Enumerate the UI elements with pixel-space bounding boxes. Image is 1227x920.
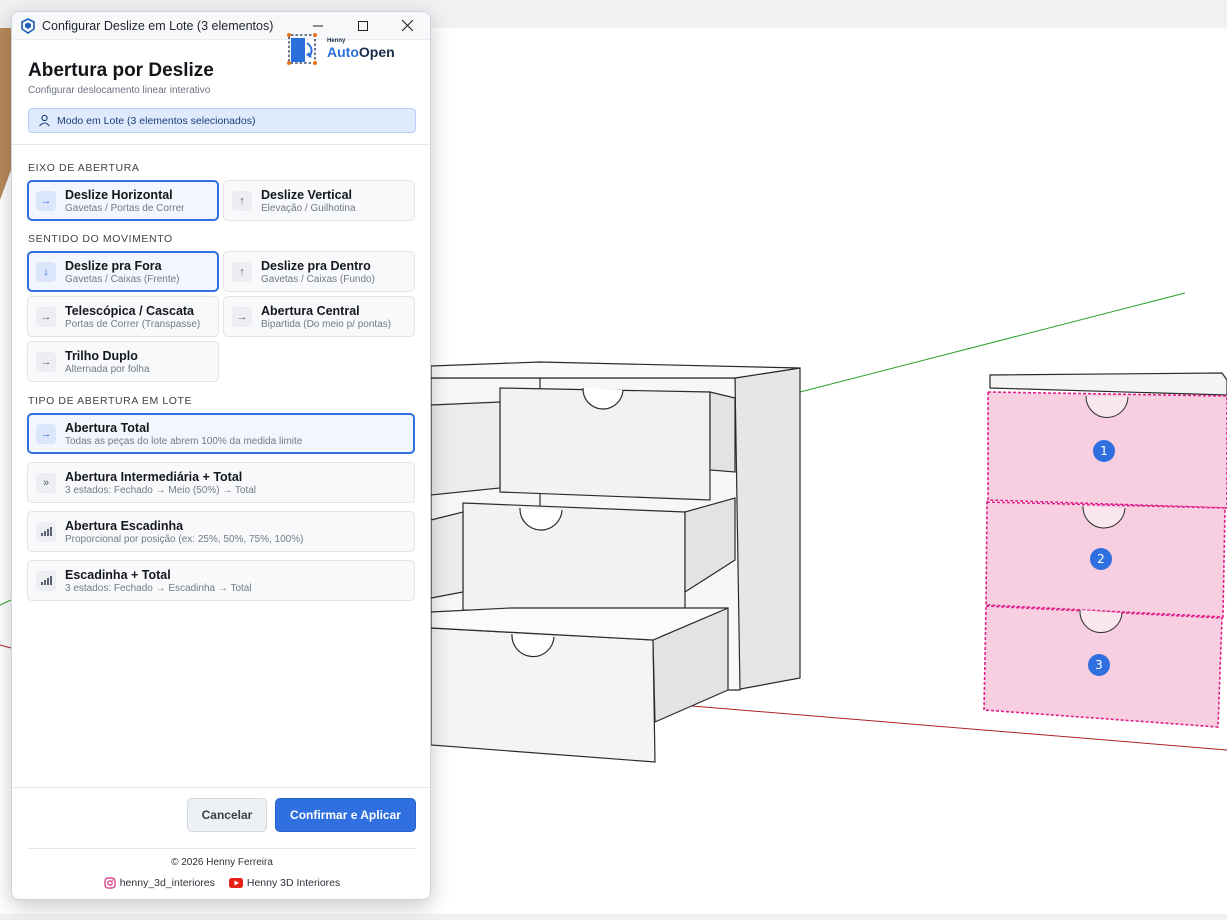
- option-slide-out[interactable]: ↓ Deslize pra Fora Gavetas / Caixas (Fren…: [27, 251, 219, 292]
- instagram-icon: [104, 877, 116, 889]
- option-intermediate-total[interactable]: » Abertura Intermediária + Total 3 estado…: [27, 462, 415, 503]
- arrow-right-icon: →: [36, 351, 56, 372]
- option-desc: Todas as peças do lote abrem 100% da med…: [65, 435, 303, 447]
- option-central-opening[interactable]: → Abertura Central Bipartida (Do meio p/ …: [223, 296, 415, 337]
- option-desc: 3 estados: Fechado → Escadinha → Total: [65, 582, 252, 594]
- arrow-right-icon: →: [232, 306, 252, 327]
- option-horizontal-slide[interactable]: → Deslize Horizontal Gavetas / Portas de …: [27, 180, 219, 221]
- header-divider: [12, 144, 430, 145]
- option-desc: Bipartida (Do meio p/ pontas): [261, 318, 392, 330]
- instagram-handle: henny_3d_interiores: [119, 877, 215, 889]
- drawer-badge-2-label: 2: [1097, 552, 1105, 566]
- option-label: Escadinha + Total: [65, 567, 171, 582]
- close-icon: [402, 20, 413, 31]
- arrow-right-icon: →: [36, 306, 56, 327]
- minimize-icon: [312, 25, 323, 26]
- green-axis-line-left: [0, 599, 12, 606]
- option-staircase[interactable]: Abertura Escadinha Proporcional por posiç…: [27, 511, 415, 552]
- option-desc: Gavetas / Caixas (Fundo): [261, 273, 375, 285]
- option-label: Abertura Total: [65, 420, 150, 435]
- option-label: Abertura Escadinha: [65, 518, 184, 533]
- open-drawers-cabinet: [430, 361, 801, 763]
- option-double-rail[interactable]: → Trilho Duplo Alternada por folha: [27, 341, 219, 382]
- youtube-icon: [228, 878, 243, 888]
- social-links: henny_3d_interiores Henny 3D Interiores: [12, 877, 430, 889]
- credits-divider: [28, 848, 416, 849]
- option-staircase-total[interactable]: Escadinha + Total 3 estados: Fechado → Es…: [27, 560, 415, 601]
- option-desc: Elevação / Guilhotina: [261, 202, 356, 214]
- option-total-opening[interactable]: → Abertura Total Todas as peças do lote a…: [27, 413, 415, 454]
- copyright-text: © 2026 Henny Ferreira: [171, 857, 273, 868]
- double-chevron-right-icon: »: [36, 472, 56, 493]
- option-desc: Gavetas / Caixas (Frente): [65, 273, 180, 285]
- red-axis-line-left: [0, 644, 12, 649]
- option-label: Deslize Horizontal: [65, 187, 173, 202]
- youtube-link[interactable]: Henny 3D Interiores: [228, 877, 341, 889]
- user-icon: [38, 114, 51, 127]
- drawer-badge-3-label: 3: [1095, 658, 1103, 672]
- option-vertical-slide[interactable]: ↑ Deslize Vertical Elevação / Guilhotina: [223, 180, 415, 221]
- selected-drawers-cabinet: 1 2 3: [983, 372, 1227, 728]
- section-label-batch: TIPO DE ABERTURA EM LOTE: [28, 395, 193, 407]
- arrow-down-icon: ↓: [36, 261, 56, 282]
- background-object-sliver: [0, 28, 11, 200]
- batch-mode-text: Modo em Lote (3 elementos selecionados): [57, 114, 256, 127]
- option-label: Deslize pra Dentro: [261, 258, 371, 273]
- option-label: Abertura Intermediária + Total: [65, 469, 243, 484]
- instagram-link[interactable]: henny_3d_interiores: [104, 877, 215, 889]
- youtube-channel: Henny 3D Interiores: [246, 877, 341, 889]
- batch-slide-dialog: Configurar Deslize em Lote (3 elementos)…: [11, 11, 431, 900]
- option-desc: Alternada por folha: [65, 363, 150, 375]
- option-slide-in[interactable]: ↑ Deslize pra Dentro Gavetas / Caixas (Fu…: [223, 251, 415, 292]
- logo-brand-name: AutoOpen: [327, 44, 395, 60]
- bar-chart-icon: [36, 521, 56, 542]
- bar-chart-icon: [36, 570, 56, 591]
- cancel-button[interactable]: Cancelar: [187, 798, 267, 832]
- option-desc: Portas de Correr (Transpasse): [65, 318, 201, 330]
- option-desc: Proporcional por posição (ex: 25%, 50%, …: [65, 533, 304, 545]
- confirm-apply-button[interactable]: Confirmar e Aplicar: [275, 798, 416, 832]
- option-desc: Gavetas / Portas de Correr: [65, 202, 185, 214]
- sketchup-app-icon: [20, 17, 36, 34]
- arrow-right-icon: →: [36, 423, 56, 444]
- footer-divider: [12, 787, 430, 788]
- maximize-icon: [357, 20, 368, 31]
- option-label: Deslize pra Fora: [65, 258, 162, 273]
- section-label-direction: SENTIDO DO MOVIMENTO: [28, 233, 173, 245]
- option-label: Deslize Vertical: [261, 187, 353, 202]
- arrow-right-icon: →: [36, 190, 56, 211]
- autoopen-logo-icon: [285, 31, 321, 67]
- drawer-badge-1-label: 1: [1100, 444, 1108, 458]
- autoopen-logo: Henny AutoOpen: [285, 30, 403, 68]
- option-label: Trilho Duplo: [65, 348, 138, 363]
- option-label: Abertura Central: [261, 303, 360, 318]
- window-title: Configurar Deslize em Lote (3 elementos): [42, 18, 274, 33]
- page-subtitle: Configurar deslocamento linear interativ…: [28, 85, 211, 96]
- batch-mode-banner: Modo em Lote (3 elementos selecionados): [28, 108, 416, 133]
- section-label-axis: EIXO DE ABERTURA: [28, 162, 140, 174]
- arrow-up-icon: ↑: [232, 190, 252, 211]
- arrow-up-icon: ↑: [232, 261, 252, 282]
- option-desc: 3 estados: Fechado → Meio (50%) → Total: [65, 484, 257, 496]
- viewport-bottom-strip: [0, 914, 1227, 920]
- option-label: Telescópica / Cascata: [65, 303, 195, 318]
- option-telescopic[interactable]: → Telescópica / Cascata Portas de Correr …: [27, 296, 219, 337]
